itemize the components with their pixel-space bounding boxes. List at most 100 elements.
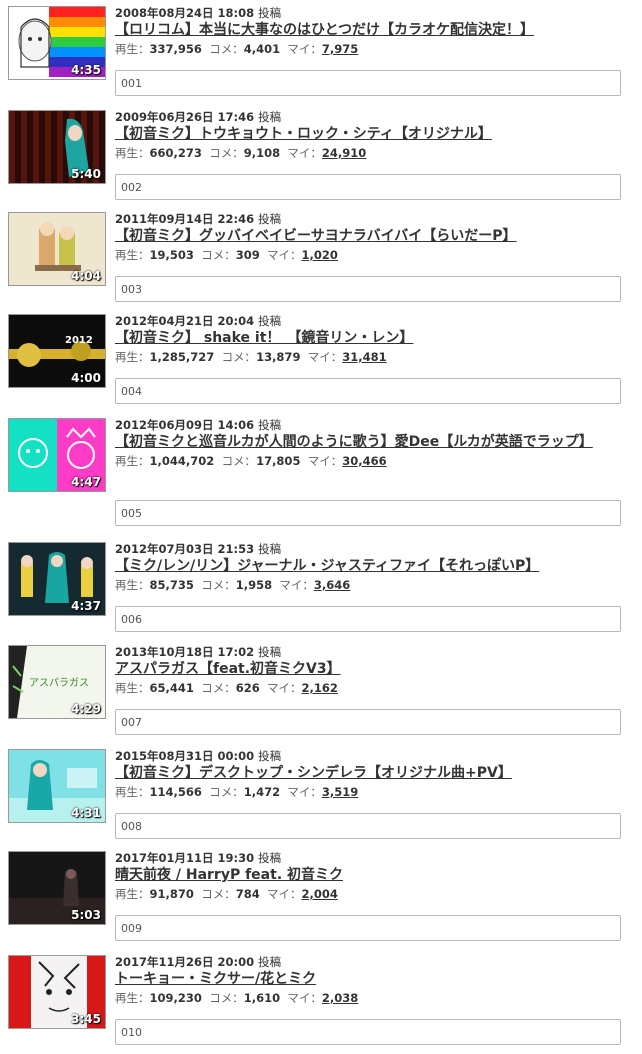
video-stats: 再生：91,870 コメ：784 マイ：2,004 — [115, 885, 627, 903]
views-label: 再生： — [115, 991, 150, 1005]
mylists-label: マイ： — [307, 454, 343, 468]
red-sketch-thumbnail[interactable]: 3:45 — [8, 955, 106, 1029]
video-title-link[interactable]: 【初音ミク】グッバイベイビーサヨナラバイバイ【らいだーP】 — [115, 227, 627, 246]
video-meta: 2017年11月26日 20:00 投稿 トーキョー・ミクサー/花とミク 再生：… — [115, 955, 627, 1007]
post-date: 2012年06月09日 14:06 投稿 — [115, 418, 627, 433]
posted-label: 投稿 — [258, 955, 282, 969]
rainbow-stripes-thumbnail[interactable]: 4:35 — [8, 6, 106, 80]
mylist-count-link[interactable]: 2,038 — [322, 991, 358, 1005]
video-meta: 2017年01月11日 19:30 投稿 晴天前夜 / HarryP feat.… — [115, 851, 627, 903]
mylist-count-link[interactable]: 31,481 — [342, 350, 386, 364]
mylist-count-link[interactable]: 24,910 — [322, 146, 366, 160]
svg-text:2012: 2012 — [65, 335, 93, 346]
post-date-value: 2017年01月11日 19:30 — [115, 851, 255, 865]
video-stats: 再生：85,735 コメ：1,958 マイ：3,646 — [115, 576, 627, 594]
video-meta: 2012年04月21日 20:04 投稿 【初音ミク】 shake it！ 【鏡… — [115, 314, 627, 366]
three-characters-thumbnail[interactable]: 4:37 — [8, 542, 106, 616]
post-date: 2011年09月14日 22:46 投稿 — [115, 212, 627, 227]
views-label: 再生： — [115, 578, 150, 592]
comments-label: コメ： — [209, 991, 244, 1005]
beige-illustration-thumbnail[interactable]: 4:04 — [8, 212, 106, 286]
video-meta: 2013年10月18日 17:02 投稿 アスパラガス【feat.初音ミクV3】… — [115, 645, 627, 697]
cyan-character-thumbnail[interactable]: 4:31 — [8, 749, 106, 823]
comments-label: コメ： — [209, 785, 244, 799]
mylist-count-link[interactable]: 2,004 — [302, 887, 338, 901]
video-title-link[interactable]: 【ロリコム】本当に大事なのはひとつだけ【カラオケ配信決定！】 — [115, 21, 627, 40]
post-date: 2012年04月21日 20:04 投稿 — [115, 314, 627, 329]
video-stats: 再生：1,285,727 コメ：13,879 マイ：31,481 — [115, 348, 627, 366]
video-entry: 4:31 2015年08月31日 00:00 投稿 【初音ミク】デスクトップ・シ… — [8, 749, 634, 839]
posted-label: 投稿 — [258, 749, 282, 763]
dark-red-curtain-thumbnail[interactable]: 5:40 — [8, 110, 106, 184]
view-count: 337,956 — [149, 42, 202, 56]
views-label: 再生： — [115, 350, 150, 364]
posted-label: 投稿 — [258, 418, 282, 432]
mylists-label: マイ： — [267, 681, 302, 695]
memo-input[interactable] — [115, 174, 621, 200]
comment-count: 17,805 — [256, 454, 301, 468]
comment-count: 626 — [235, 681, 260, 695]
post-date-value: 2015年08月31日 00:00 — [115, 749, 255, 763]
memo-input[interactable] — [115, 813, 621, 839]
video-title-link[interactable]: アスパラガス【feat.初音ミクV3】 — [115, 660, 627, 679]
memo-input[interactable] — [115, 709, 621, 735]
comment-count: 1,472 — [243, 785, 281, 799]
comment-count: 4,401 — [243, 42, 281, 56]
view-count: 91,870 — [149, 887, 194, 901]
comment-count: 9,108 — [243, 146, 281, 160]
view-count: 660,273 — [149, 146, 202, 160]
black-gold-thumbnail[interactable]: 2012 4:00 — [8, 314, 106, 388]
mylist-count-link[interactable]: 3,646 — [314, 578, 350, 592]
posted-label: 投稿 — [258, 851, 282, 865]
views-label: 再生： — [115, 146, 150, 160]
post-date-value: 2013年10月18日 17:02 — [115, 645, 255, 659]
mylists-label: マイ： — [287, 146, 322, 160]
post-date-value: 2011年09月14日 22:46 — [115, 212, 255, 226]
posted-label: 投稿 — [258, 645, 282, 659]
memo-input[interactable] — [115, 1019, 621, 1045]
memo-input[interactable] — [115, 70, 621, 96]
video-stats: 再生：660,273 コメ：9,108 マイ：24,910 — [115, 144, 627, 162]
post-date-value: 2012年07月03日 21:53 — [115, 542, 255, 556]
comment-count: 1,958 — [235, 578, 273, 592]
dark-scene-thumbnail[interactable]: 5:03 — [8, 851, 106, 925]
video-title-link[interactable]: トーキョー・ミクサー/花とミク — [115, 970, 627, 989]
green-text-thumbnail[interactable]: アスパラガス 4:29 — [8, 645, 106, 719]
video-duration: 4:37 — [71, 599, 101, 613]
memo-input[interactable] — [115, 915, 621, 941]
video-title-link[interactable]: 【初音ミク】デスクトップ・シンデレラ【オリジナル曲+PV】 — [115, 764, 627, 783]
mylists-label: マイ： — [267, 887, 302, 901]
memo-input[interactable] — [115, 606, 621, 632]
video-title-link[interactable]: 【初音ミク】トウキョウト・ロック・シティ【オリジナル】 — [115, 125, 627, 144]
teal-pink-faces-thumbnail[interactable]: 4:47 — [8, 418, 106, 492]
posted-label: 投稿 — [258, 542, 282, 556]
video-entry: 3:45 2017年11月26日 20:00 投稿 トーキョー・ミクサー/花とミ… — [8, 955, 634, 1045]
views-label: 再生： — [115, 42, 150, 56]
post-date: 2015年08月31日 00:00 投稿 — [115, 749, 627, 764]
mylist-count-link[interactable]: 3,519 — [322, 785, 358, 799]
thumb-caption: アスパラガス — [29, 677, 89, 689]
video-stats: 再生：19,503 コメ：309 マイ：1,020 — [115, 246, 627, 264]
mylist-count-link[interactable]: 7,975 — [322, 42, 358, 56]
mylists-label: マイ： — [279, 578, 314, 592]
video-duration: 5:03 — [71, 908, 101, 922]
video-duration: 4:31 — [71, 806, 101, 820]
mylist-count-link[interactable]: 2,162 — [302, 681, 338, 695]
posted-label: 投稿 — [258, 110, 282, 124]
comments-label: コメ： — [201, 681, 236, 695]
post-date: 2013年10月18日 17:02 投稿 — [115, 645, 627, 660]
video-title-link[interactable]: 晴天前夜 / HarryP feat. 初音ミク — [115, 866, 627, 885]
video-title-link[interactable]: 【初音ミク】 shake it！ 【鏡音リン・レン】 — [115, 329, 627, 348]
video-title-link[interactable]: 【初音ミクと巡音ルカが人間のように歌う】愛Dee【ルカが英語でラップ】 — [115, 433, 627, 452]
memo-input[interactable] — [115, 378, 621, 404]
video-duration: 4:29 — [71, 702, 101, 716]
video-duration: 4:04 — [71, 269, 101, 283]
video-title-link[interactable]: 【ミク/レン/リン】ジャーナル・ジャスティファイ【それっぽいP】 — [115, 557, 627, 576]
mylist-count-link[interactable]: 1,020 — [302, 248, 338, 262]
mylist-count-link[interactable]: 30,466 — [342, 454, 386, 468]
memo-input[interactable] — [115, 500, 621, 526]
memo-input[interactable] — [115, 276, 621, 302]
view-count: 1,044,702 — [149, 454, 215, 468]
video-stats: 再生：114,566 コメ：1,472 マイ：3,519 — [115, 783, 627, 801]
mylists-label: マイ： — [287, 991, 322, 1005]
